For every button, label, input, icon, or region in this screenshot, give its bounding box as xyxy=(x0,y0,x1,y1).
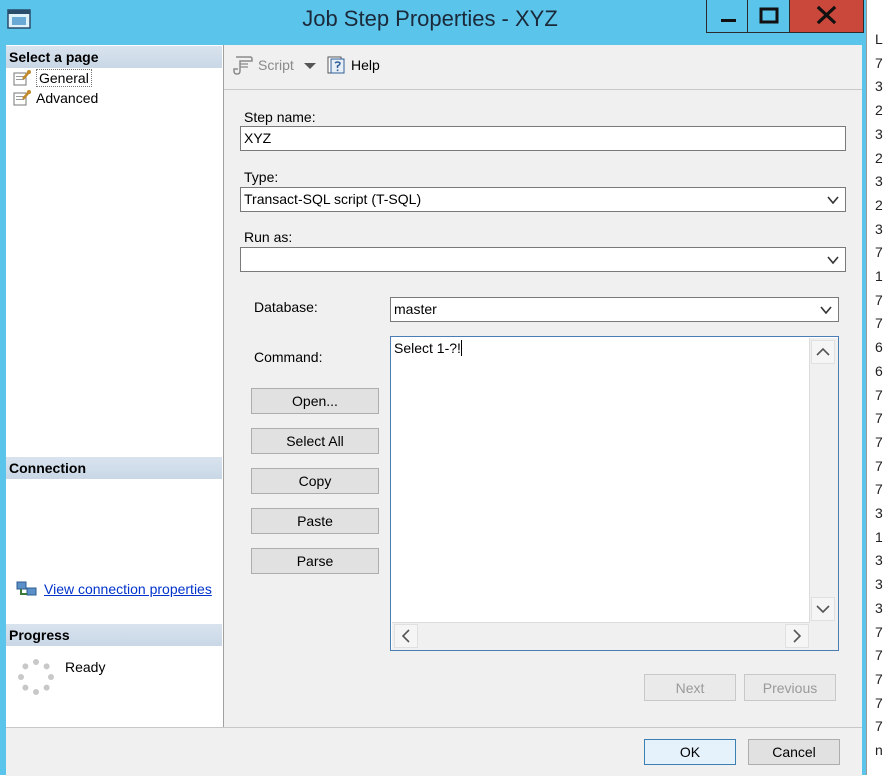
copy-button[interactable]: Copy xyxy=(251,468,379,494)
text-caret xyxy=(460,340,462,356)
command-text[interactable]: Select 1-?! xyxy=(394,340,462,356)
background-window-char: 7 xyxy=(875,647,883,663)
chevron-down-icon xyxy=(816,605,830,614)
background-window-char: 3 xyxy=(875,126,883,142)
background-window-char: 3 xyxy=(875,576,883,592)
background-window-char: 3 xyxy=(875,78,883,94)
background-window-char: 6 xyxy=(875,363,883,379)
chevron-down-icon xyxy=(827,196,839,205)
background-window-char: 3 xyxy=(875,552,883,568)
background-window-char: 7 xyxy=(875,695,883,711)
select-page-header: Select a page xyxy=(6,46,222,68)
page-item-general[interactable]: General xyxy=(13,68,92,88)
background-window-char: 7 xyxy=(875,434,883,450)
scroll-right-button[interactable] xyxy=(785,624,809,648)
minimize-button[interactable] xyxy=(706,0,748,33)
background-window-char: 7 xyxy=(875,55,883,71)
background-window-char: 7 xyxy=(875,387,883,403)
run-as-select[interactable] xyxy=(240,247,846,272)
database-select-value: master xyxy=(394,301,437,317)
background-window-char: 2 xyxy=(875,197,883,213)
background-window-char: 7 xyxy=(875,624,883,640)
progress-header: Progress xyxy=(6,624,222,646)
command-label: Command: xyxy=(254,349,323,365)
step-name-label: Step name: xyxy=(244,109,316,125)
app-icon[interactable] xyxy=(7,7,31,31)
background-window-char: 7 xyxy=(875,292,883,308)
background-window-char: 3 xyxy=(875,600,883,616)
background-window-char: 1 xyxy=(875,529,883,545)
background-window-char: 6 xyxy=(875,339,883,355)
progress-spinner-icon xyxy=(18,659,54,695)
database-label: Database: xyxy=(254,299,318,315)
paste-button[interactable]: Paste xyxy=(251,508,379,534)
background-window-char: n xyxy=(875,742,883,758)
view-connection-link-wrap: View connection properties xyxy=(44,580,214,599)
maximize-icon xyxy=(759,7,779,24)
page-wrench-icon xyxy=(13,70,31,86)
minimize-icon xyxy=(721,19,736,22)
scroll-left-button[interactable] xyxy=(394,624,418,648)
background-window-char: 7 xyxy=(875,481,883,497)
command-textarea[interactable] xyxy=(390,336,839,651)
window-title: Job Step Properties - XYZ xyxy=(302,6,558,31)
horizontal-scrollbar[interactable] xyxy=(392,622,810,650)
chevron-down-icon xyxy=(820,306,832,315)
previous-button[interactable]: Previous xyxy=(744,674,836,701)
background-window-char: 7 xyxy=(875,671,883,687)
ok-button[interactable]: OK xyxy=(644,739,736,765)
background-window-char: 3 xyxy=(875,505,883,521)
background-window-char: 7 xyxy=(875,244,883,260)
open-button[interactable]: Open... xyxy=(251,388,379,414)
view-connection-properties-link[interactable]: View connection properties xyxy=(44,581,212,597)
database-select[interactable]: master xyxy=(390,297,839,322)
type-label: Type: xyxy=(244,169,279,185)
page-wrench-icon xyxy=(13,90,31,106)
background-window-char: 3 xyxy=(875,221,883,237)
background-window-char: 7 xyxy=(875,458,883,474)
help-button[interactable]: Help xyxy=(326,55,380,75)
type-select-value: Transact-SQL script (T-SQL) xyxy=(244,191,422,207)
script-label: Script xyxy=(258,57,294,73)
page-item-label: General xyxy=(36,69,92,87)
scroll-up-button[interactable] xyxy=(811,340,835,364)
script-button[interactable]: Script xyxy=(232,55,294,75)
select-all-button[interactable]: Select All xyxy=(251,428,379,454)
scroll-down-button[interactable] xyxy=(811,597,835,621)
background-window-char: 3 xyxy=(875,173,883,189)
script-dropdown-icon[interactable] xyxy=(303,62,317,70)
chevron-up-icon xyxy=(816,347,830,356)
help-label: Help xyxy=(351,57,380,73)
background-window-char: 1 xyxy=(875,268,883,284)
page-item-advanced[interactable]: Advanced xyxy=(13,88,98,108)
background-window-char: 2 xyxy=(875,102,883,118)
connection-icon xyxy=(16,581,37,596)
background-window-char: 7 xyxy=(875,718,883,734)
chevron-right-icon xyxy=(793,629,802,643)
command-text-value: Select 1-?! xyxy=(394,340,461,356)
scrollbar-corner xyxy=(810,623,838,650)
progress-status: Ready xyxy=(65,659,106,675)
help-icon xyxy=(327,56,345,74)
maximize-button[interactable] xyxy=(748,0,790,33)
background-window-char: L xyxy=(875,31,883,47)
cancel-button[interactable]: Cancel xyxy=(748,739,840,765)
run-as-label: Run as: xyxy=(244,229,293,245)
vertical-scrollbar[interactable] xyxy=(809,338,838,623)
background-window-char: 7 xyxy=(875,410,883,426)
next-button[interactable]: Next xyxy=(644,674,736,701)
chevron-down-icon xyxy=(827,256,839,265)
page-item-label: Advanced xyxy=(36,90,99,106)
close-icon xyxy=(816,5,837,25)
toolbar xyxy=(224,45,862,90)
type-select[interactable]: Transact-SQL script (T-SQL) xyxy=(240,187,846,212)
chevron-left-icon xyxy=(401,629,410,643)
connection-header: Connection xyxy=(6,457,222,479)
background-window-char: 7 xyxy=(875,315,883,331)
parse-button[interactable]: Parse xyxy=(251,548,379,574)
script-icon xyxy=(233,56,253,75)
background-window-char: 2 xyxy=(875,150,883,166)
step-name-input[interactable]: XYZ xyxy=(240,126,846,151)
close-button[interactable] xyxy=(790,0,864,33)
